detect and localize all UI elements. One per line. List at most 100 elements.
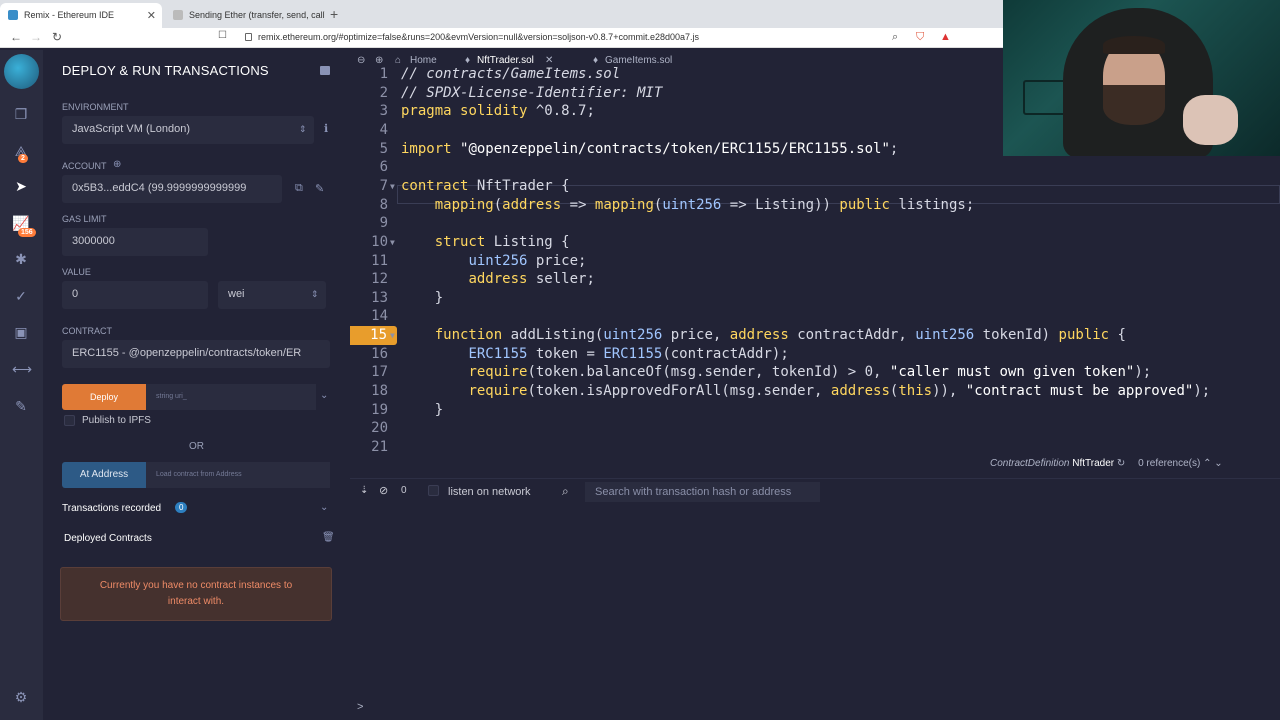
line-number[interactable]: 1 bbox=[350, 65, 388, 84]
chevron-updown-icon: ⇕ bbox=[299, 124, 307, 134]
gas-limit-input[interactable]: 3000000 bbox=[62, 228, 208, 256]
deploy-button[interactable]: Deploy bbox=[62, 384, 146, 410]
account-select[interactable]: 0x5B3...eddC4 (99.9999999999999 bbox=[62, 175, 282, 203]
edit-icon[interactable]: ✎ bbox=[315, 182, 324, 195]
brave-rewards-icon[interactable]: ▲ bbox=[940, 31, 951, 43]
terminal-search-input[interactable]: Search with transaction hash or address bbox=[585, 482, 820, 502]
debugger-icon[interactable]: ✱ bbox=[12, 250, 30, 268]
code-line[interactable]: 17 require(token.balanceOf(msg.sender, t… bbox=[350, 363, 1280, 382]
fold-chevron-icon[interactable]: ▼ bbox=[390, 177, 395, 196]
copy-icon[interactable]: ⧉ bbox=[295, 182, 303, 195]
line-number[interactable]: 5 bbox=[350, 140, 388, 159]
line-number[interactable]: 10 bbox=[350, 233, 388, 252]
line-number[interactable]: 18 bbox=[350, 382, 388, 401]
code-line[interactable]: 18 require(token.isApprovedForAll(msg.se… bbox=[350, 382, 1280, 401]
fold-chevron-icon[interactable]: ▼ bbox=[390, 233, 395, 252]
code-line[interactable]: 6 bbox=[350, 158, 1280, 177]
line-number[interactable]: 12 bbox=[350, 270, 388, 289]
environment-select[interactable]: JavaScript VM (London) bbox=[62, 116, 314, 144]
code-line[interactable]: 21 bbox=[350, 438, 1280, 457]
terminal: ⇣ ⊘ 0 listen on network ⌕ Search with tr… bbox=[350, 478, 1280, 720]
address-bar[interactable]: remix.ethereum.org/#optimize=false&runs=… bbox=[240, 30, 960, 46]
code-line[interactable]: 13 } bbox=[350, 289, 1280, 308]
trash-icon[interactable]: 🗑 bbox=[322, 532, 335, 543]
brave-shield-icon[interactable]: ⛉ bbox=[916, 31, 924, 44]
chevron-down-icon[interactable]: ⌄ bbox=[320, 502, 328, 513]
settings-gear-icon[interactable]: ⚙ bbox=[12, 688, 30, 706]
line-number[interactable]: 4 bbox=[350, 121, 388, 140]
deploy-arguments-input[interactable]: string uri_ bbox=[146, 384, 316, 410]
chevron-down-icon[interactable]: ⌄ bbox=[1214, 458, 1222, 469]
panel-title: DEPLOY & RUN TRANSACTIONS bbox=[62, 63, 269, 78]
remix-logo-icon[interactable] bbox=[4, 54, 39, 89]
analysis-badge: 156 bbox=[18, 228, 36, 237]
code-line[interactable]: 20 bbox=[350, 419, 1280, 438]
code-line-text: import "@openzeppelin/contracts/token/ER… bbox=[401, 140, 899, 157]
contract-label: CONTRACT bbox=[62, 326, 112, 336]
code-line[interactable]: 8 mapping(address => mapping(uint256 => … bbox=[350, 196, 1280, 215]
code-line[interactable]: 7 ▼ contract NftTrader { bbox=[350, 177, 1280, 196]
presenter-hand bbox=[1183, 95, 1238, 145]
info-icon[interactable]: ℹ bbox=[324, 122, 328, 135]
bookmark-icon[interactable]: ☐ bbox=[218, 30, 227, 41]
line-number[interactable]: 11 bbox=[350, 252, 388, 271]
terminal-prompt[interactable]: > bbox=[357, 701, 363, 713]
transactions-recorded-label[interactable]: Transactions recorded bbox=[62, 503, 161, 514]
deployed-contracts-label: Deployed Contracts bbox=[64, 533, 152, 544]
code-line[interactable]: 11 uint256 price; bbox=[350, 252, 1280, 271]
code-line[interactable]: 14 bbox=[350, 307, 1280, 326]
line-number[interactable]: 6 bbox=[350, 158, 388, 177]
refresh-icon[interactable]: ↻ bbox=[1117, 458, 1125, 469]
contract-select[interactable]: ERC1155 - @openzeppelin/contracts/token/… bbox=[62, 340, 330, 368]
file-explorer-icon[interactable]: ❐ bbox=[12, 105, 30, 123]
link-icon[interactable]: ⟷ bbox=[12, 360, 32, 378]
code-line[interactable]: 10 ▼ struct Listing { bbox=[350, 233, 1280, 252]
add-account-icon[interactable]: ⊕ bbox=[113, 159, 121, 170]
deploy-run-icon[interactable]: ➤ bbox=[12, 177, 30, 195]
line-number[interactable]: 16 bbox=[350, 345, 388, 364]
value-input[interactable]: 0 bbox=[62, 281, 208, 309]
search-icon: ⌕ bbox=[562, 484, 569, 498]
line-number[interactable]: 9 bbox=[350, 214, 388, 233]
panel-menu-icon[interactable] bbox=[320, 66, 330, 75]
testing-icon[interactable]: ✓ bbox=[12, 287, 30, 305]
forward-icon[interactable]: → bbox=[30, 30, 42, 44]
webcam-overlay bbox=[1003, 0, 1280, 156]
browser-tab-remix[interactable]: Remix - Ethereum IDE ✕ bbox=[0, 3, 162, 28]
back-icon[interactable]: ← bbox=[10, 30, 22, 44]
code-line[interactable]: 19 } bbox=[350, 401, 1280, 420]
chevron-down-icon[interactable]: ⌄ bbox=[320, 390, 328, 401]
code-line[interactable]: 12 address seller; bbox=[350, 270, 1280, 289]
plugin-icon[interactable]: ▣ bbox=[12, 323, 30, 341]
line-number[interactable]: 21 bbox=[350, 438, 388, 457]
at-address-input[interactable]: Load contract from Address bbox=[146, 462, 330, 488]
line-number[interactable]: 13 bbox=[350, 289, 388, 308]
page-favicon-icon bbox=[173, 10, 183, 20]
listen-network-checkbox[interactable] bbox=[428, 485, 439, 496]
new-tab-icon[interactable]: + bbox=[330, 6, 338, 22]
line-number[interactable]: 3 bbox=[350, 102, 388, 121]
code-line[interactable]: 9 bbox=[350, 214, 1280, 233]
line-number[interactable]: 17 bbox=[350, 363, 388, 382]
zoom-icon[interactable]: ⌕ bbox=[892, 31, 898, 44]
line-number[interactable]: 20 bbox=[350, 419, 388, 438]
collapse-terminal-icon[interactable]: ⇣ bbox=[360, 485, 368, 496]
line-number[interactable]: 2 bbox=[350, 84, 388, 103]
code-line-text: address seller; bbox=[468, 271, 595, 288]
clear-console-icon[interactable]: ⊘ bbox=[379, 484, 388, 497]
close-icon[interactable]: ✕ bbox=[147, 9, 156, 22]
line-number[interactable]: 7 bbox=[350, 177, 388, 196]
fold-chevron-icon[interactable]: ▼ bbox=[390, 326, 395, 345]
publish-ipfs-checkbox[interactable] bbox=[64, 415, 75, 426]
at-address-button[interactable]: At Address bbox=[62, 462, 146, 488]
reload-icon[interactable]: ↻ bbox=[52, 30, 62, 44]
line-number[interactable]: 19 bbox=[350, 401, 388, 420]
value-unit-select[interactable]: wei bbox=[218, 281, 326, 309]
line-number[interactable]: 8 bbox=[350, 196, 388, 215]
browser-tab-sending-ether[interactable]: Sending Ether (transfer, send, call) bbox=[165, 3, 325, 28]
code-line[interactable]: 15 ▼ function addListing(uint256 price, a… bbox=[350, 326, 1280, 346]
plugin-manager-icon[interactable]: ✎ bbox=[12, 397, 30, 415]
code-line[interactable]: 16 ERC1155 token = ERC1155(contractAddr)… bbox=[350, 345, 1280, 364]
chevron-up-icon[interactable]: ⌃ bbox=[1203, 458, 1211, 469]
line-number[interactable]: 14 bbox=[350, 307, 388, 326]
